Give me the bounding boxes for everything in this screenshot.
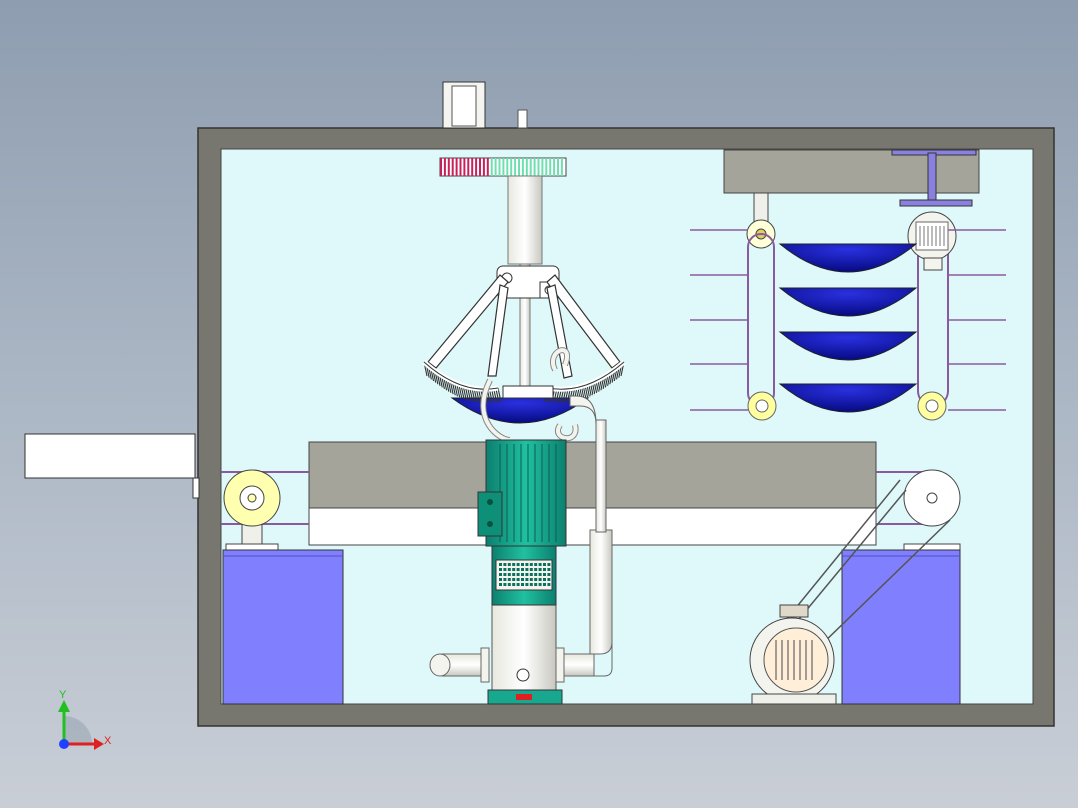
rack-header-block bbox=[723, 149, 980, 194]
conveyor-table bbox=[221, 441, 935, 546]
right-tank bbox=[841, 549, 961, 705]
discharge-chute bbox=[24, 433, 200, 499]
triad-x-label: X bbox=[104, 735, 112, 747]
gear-pair bbox=[439, 157, 567, 177]
left-tank bbox=[222, 549, 344, 705]
triad-origin bbox=[59, 739, 69, 749]
cad-viewport: Y X bbox=[24, 81, 1055, 750]
coordinate-triad: Y X bbox=[58, 689, 112, 750]
triad-y-label: Y bbox=[59, 689, 67, 701]
top-drive-motor bbox=[442, 81, 528, 129]
